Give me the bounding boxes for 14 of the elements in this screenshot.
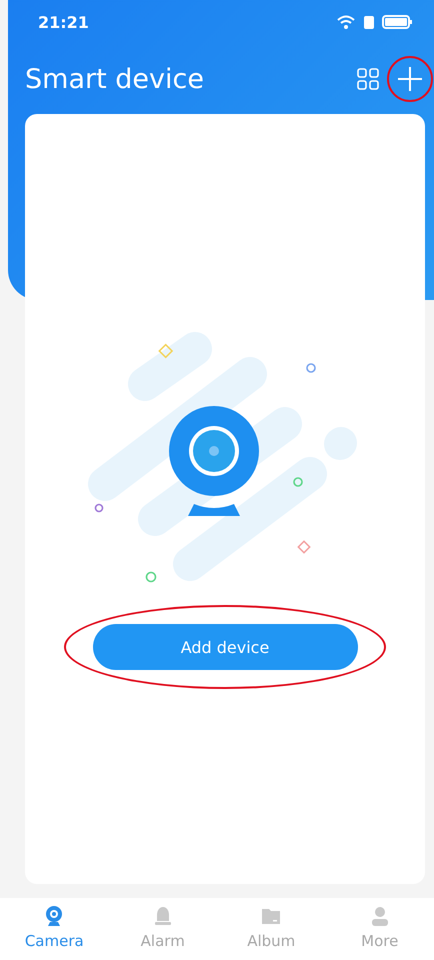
tab-label: Alarm bbox=[140, 932, 185, 950]
tab[interactable]: Alarm bbox=[122, 904, 203, 950]
tab-label: More bbox=[361, 932, 398, 950]
tab-label: Camera bbox=[24, 932, 84, 950]
tab[interactable]: Album bbox=[231, 904, 312, 950]
tab[interactable]: Camera bbox=[14, 904, 94, 950]
page-title: Smart device bbox=[25, 64, 204, 94]
status-time: 21:21 bbox=[38, 12, 89, 32]
tab-label: Album bbox=[247, 932, 296, 950]
wifi-icon bbox=[336, 14, 356, 30]
battery-icon bbox=[382, 15, 412, 29]
sim-icon bbox=[364, 16, 374, 28]
add-device-button[interactable]: Add device bbox=[92, 624, 358, 670]
tab[interactable]: More bbox=[340, 904, 420, 950]
